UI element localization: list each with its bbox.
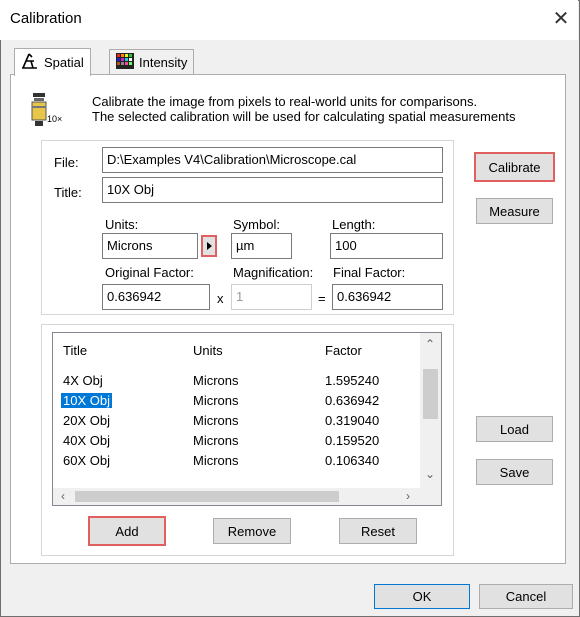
length-field[interactable]: 100 <box>330 233 443 259</box>
symbol-label: Symbol: <box>233 217 280 232</box>
original-factor-label: Original Factor: <box>105 265 194 280</box>
scrollbar-corner <box>420 488 441 505</box>
title-field[interactable]: 10X Obj <box>102 177 443 203</box>
reset-button[interactable]: Reset <box>339 518 417 544</box>
info-line-1: Calibrate the image from pixels to real-… <box>92 94 478 109</box>
calibration-list[interactable]: Title Units Factor 4X Obj Microns 1.5952… <box>52 332 442 506</box>
magnification-label: Magnification: <box>233 265 314 280</box>
objective-caption: 10× <box>47 114 63 124</box>
table-row-units: Microns <box>193 413 239 428</box>
tab-spatial-label: Spatial <box>44 55 84 70</box>
table-row-units: Microns <box>193 433 239 448</box>
tab-intensity-label: Intensity <box>139 55 188 70</box>
title-bar: Calibration ✕ <box>0 0 578 40</box>
horizontal-scroll-thumb[interactable] <box>75 491 339 502</box>
length-label: Length: <box>332 217 376 232</box>
calibrate-button[interactable]: Calibrate <box>474 152 555 182</box>
table-row-factor: 0.636942 <box>325 393 380 408</box>
cancel-button[interactable]: Cancel <box>479 584 573 609</box>
caliper-icon <box>21 53 39 72</box>
table-row-units: Microns <box>193 393 239 408</box>
scroll-right-icon[interactable]: › <box>400 489 416 503</box>
tab-intensity[interactable]: Intensity <box>109 49 195 75</box>
table-row-factor: 0.106340 <box>325 453 380 468</box>
ok-button[interactable]: OK <box>374 584 470 609</box>
equals-sign: = <box>318 291 326 306</box>
table-row-factor: 1.595240 <box>325 373 380 388</box>
table-row-title[interactable]: 20X Obj <box>63 413 110 428</box>
file-label: File: <box>54 155 79 170</box>
final-factor-label: Final Factor: <box>333 265 406 280</box>
magnification-field: 1 <box>231 284 312 310</box>
table-row-units: Microns <box>193 373 239 388</box>
file-field[interactable]: D:\Examples V4\Calibration\Microscope.ca… <box>102 147 443 173</box>
tab-spatial[interactable]: Spatial <box>14 48 91 76</box>
column-units[interactable]: Units <box>193 343 223 358</box>
microscope-objective-icon: 10× <box>30 92 64 128</box>
scroll-left-icon[interactable]: ‹ <box>55 489 71 503</box>
scroll-up-icon[interactable]: ⌃ <box>422 337 438 351</box>
table-row-factor: 0.159520 <box>325 433 380 448</box>
remove-button[interactable]: Remove <box>213 518 291 544</box>
symbol-field[interactable]: µm <box>231 233 292 259</box>
horizontal-scrollbar[interactable]: ‹ › <box>53 488 420 505</box>
table-row-factor: 0.319040 <box>325 413 380 428</box>
save-button[interactable]: Save <box>476 459 553 485</box>
original-factor-field[interactable]: 0.636942 <box>102 284 210 310</box>
units-label: Units: <box>105 217 139 232</box>
table-row-title-selected[interactable]: 10X Obj <box>61 393 112 408</box>
color-grid-icon <box>116 53 134 72</box>
times-sign: x <box>217 291 224 306</box>
vertical-scroll-thumb[interactable] <box>423 369 438 419</box>
column-title[interactable]: Title <box>63 343 87 358</box>
window-title: Calibration <box>10 10 82 27</box>
measure-button[interactable]: Measure <box>476 198 553 224</box>
load-button[interactable]: Load <box>476 416 553 442</box>
units-field[interactable]: Microns <box>102 233 198 259</box>
units-picker-button[interactable] <box>201 235 217 257</box>
scroll-down-icon[interactable]: ⌄ <box>422 467 438 481</box>
close-icon[interactable]: ✕ <box>548 6 574 32</box>
table-row-title[interactable]: 40X Obj <box>63 433 110 448</box>
table-row-units: Microns <box>193 453 239 468</box>
add-button[interactable]: Add <box>88 516 166 546</box>
vertical-scrollbar[interactable]: ⌃ ⌄ <box>420 333 441 488</box>
column-factor[interactable]: Factor <box>325 343 362 358</box>
table-row-title[interactable]: 4X Obj <box>63 373 103 388</box>
final-factor-field[interactable]: 0.636942 <box>332 284 443 310</box>
title-label: Title: <box>54 185 82 200</box>
info-line-2: The selected calibration will be used fo… <box>92 109 516 124</box>
table-row-title[interactable]: 60X Obj <box>63 453 110 468</box>
